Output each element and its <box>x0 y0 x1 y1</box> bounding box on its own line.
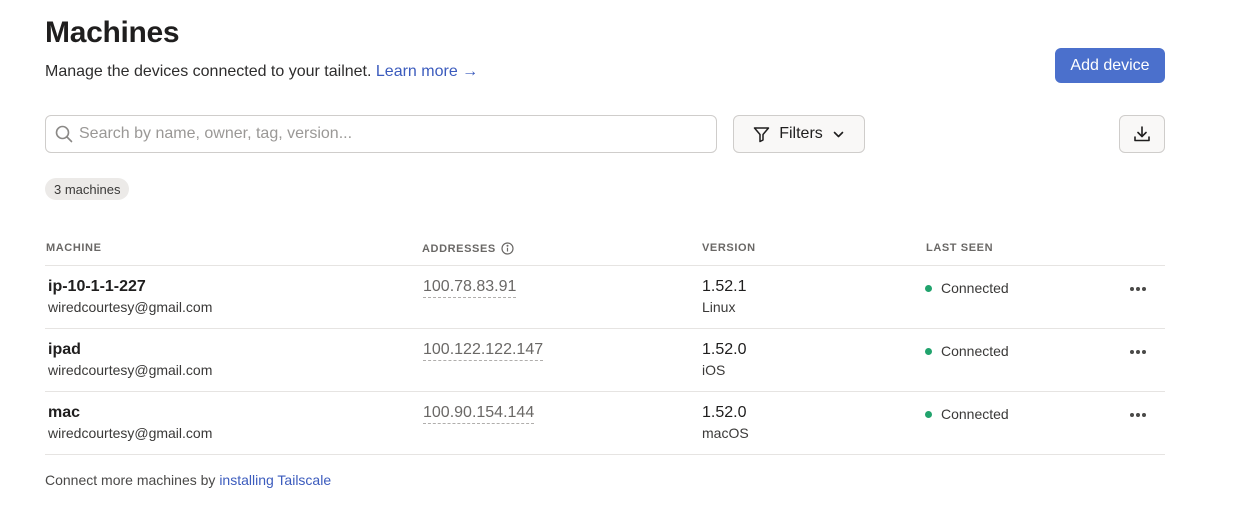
machine-owner: wiredcourtesy@gmail.com <box>48 299 213 315</box>
status-badge: Connected <box>925 343 1009 359</box>
machine-name[interactable]: mac <box>48 404 80 422</box>
machine-version: 1.52.0 <box>702 404 747 421</box>
machine-address[interactable]: 100.122.122.147 <box>423 341 544 361</box>
more-horizontal-icon[interactable] <box>1127 341 1149 363</box>
table-header: MACHINE ADDRESSES VERSION LAST SEEN <box>45 236 1165 266</box>
filter-icon <box>753 126 770 142</box>
table-row[interactable]: ipad wiredcourtesy@gmail.com 100.122.122… <box>45 329 1165 392</box>
export-button[interactable] <box>1119 115 1165 153</box>
install-tailscale-link[interactable]: installing Tailscale <box>219 472 331 488</box>
machine-owner: wiredcourtesy@gmail.com <box>48 425 213 441</box>
machine-os: macOS <box>702 425 749 441</box>
machine-version: 1.52.0 <box>702 341 747 358</box>
machine-owner: wiredcourtesy@gmail.com <box>48 362 213 378</box>
status-badge: Connected <box>925 280 1009 296</box>
search-input[interactable] <box>79 125 679 143</box>
machine-count-badge: 3 machines <box>45 178 130 200</box>
page-subtitle: Manage the devices connected to your tai… <box>45 63 478 81</box>
table-row[interactable]: mac wiredcourtesy@gmail.com 100.90.154.1… <box>45 392 1165 455</box>
machine-name[interactable]: ipad <box>48 341 81 359</box>
table-row[interactable]: ip-10-1-1-227 wiredcourtesy@gmail.com 10… <box>45 266 1165 329</box>
column-last-seen[interactable]: LAST SEEN <box>926 242 993 254</box>
search-icon <box>55 125 73 143</box>
learn-more-link[interactable]: Learn more → <box>376 63 478 80</box>
machine-os: Linux <box>702 299 736 315</box>
download-icon <box>1134 126 1150 142</box>
info-icon[interactable] <box>501 242 514 255</box>
machine-name[interactable]: ip-10-1-1-227 <box>48 278 146 296</box>
machine-os: iOS <box>702 362 726 378</box>
filters-button[interactable]: Filters <box>733 115 865 153</box>
status-badge: Connected <box>925 406 1009 422</box>
status-dot <box>925 347 932 355</box>
add-device-button[interactable]: Add device <box>1055 48 1165 83</box>
status-dot <box>925 284 932 292</box>
footer-text: Connect more machines by <box>45 472 216 488</box>
status-dot <box>925 410 932 418</box>
subtitle-text: Manage the devices connected to your tai… <box>45 63 372 80</box>
machine-address[interactable]: 100.90.154.144 <box>423 404 535 424</box>
search-box[interactable] <box>45 115 717 153</box>
column-machine[interactable]: MACHINE <box>46 242 102 254</box>
column-addresses[interactable]: ADDRESSES <box>422 242 514 255</box>
machines-table: MACHINE ADDRESSES VERSION LAST SEEN ip-1… <box>45 236 1165 455</box>
more-horizontal-icon[interactable] <box>1127 278 1149 300</box>
machine-address[interactable]: 100.78.83.91 <box>423 278 517 298</box>
footer-note: Connect more machines by installing Tail… <box>45 472 331 488</box>
chevron-down-icon <box>833 131 844 137</box>
machine-version: 1.52.1 <box>702 278 747 295</box>
more-horizontal-icon[interactable] <box>1127 404 1149 426</box>
column-version[interactable]: VERSION <box>702 242 756 254</box>
page-title: Machines <box>45 16 180 49</box>
filters-label: Filters <box>779 125 823 142</box>
